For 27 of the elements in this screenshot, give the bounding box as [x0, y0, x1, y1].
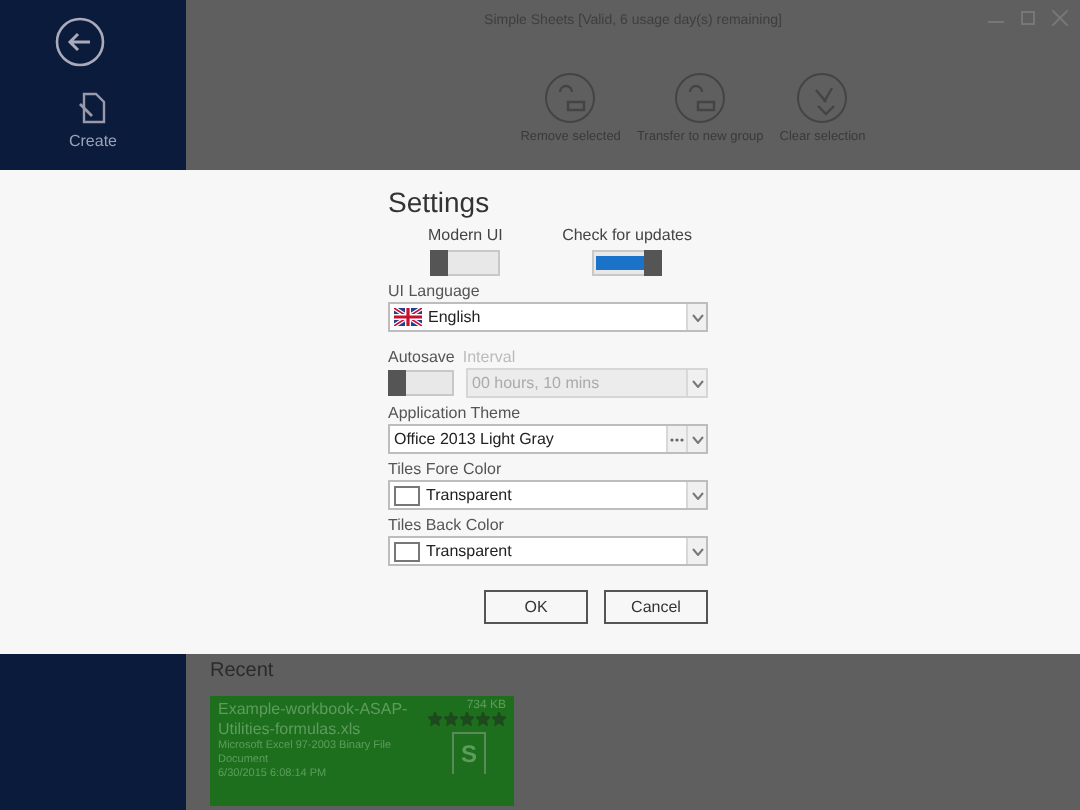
field-label: Autosave — [388, 348, 455, 366]
toggle-switch[interactable] — [430, 250, 501, 276]
field-label: Tiles Back Color — [388, 516, 506, 534]
dialog-title: Settings — [388, 186, 492, 218]
field-label: Application Theme — [388, 404, 523, 422]
document-icon: S — [452, 732, 486, 774]
cancel-button[interactable]: Cancel — [604, 590, 708, 624]
ok-button[interactable]: OK — [484, 590, 588, 624]
field-label: UI Language — [388, 282, 482, 300]
field-label: Tiles Fore Color — [388, 460, 504, 478]
color-dropdown[interactable]: Transparent — [388, 480, 708, 510]
toggle-label: Check for updates — [562, 226, 692, 244]
flag-icon — [394, 308, 422, 326]
create-button[interactable]: Create — [68, 92, 117, 150]
color-swatch — [394, 541, 420, 561]
person-card-icon — [674, 72, 727, 124]
color-dropdown[interactable]: Transparent — [388, 536, 708, 566]
color-swatch — [394, 485, 420, 505]
new-document-icon — [78, 92, 107, 124]
toggle-switch[interactable] — [592, 250, 663, 276]
language-dropdown[interactable]: English — [388, 302, 708, 332]
person-card-icon — [544, 72, 597, 124]
back-icon[interactable] — [53, 16, 105, 68]
file-name: Example-workbook-ASAP-Utilities-formulas.xls — [218, 700, 410, 740]
toggle-label: Modern UI — [428, 226, 503, 244]
field-label: Interval — [462, 348, 516, 366]
theme-dropdown[interactable]: Office 2013 Light Gray — [388, 424, 708, 454]
